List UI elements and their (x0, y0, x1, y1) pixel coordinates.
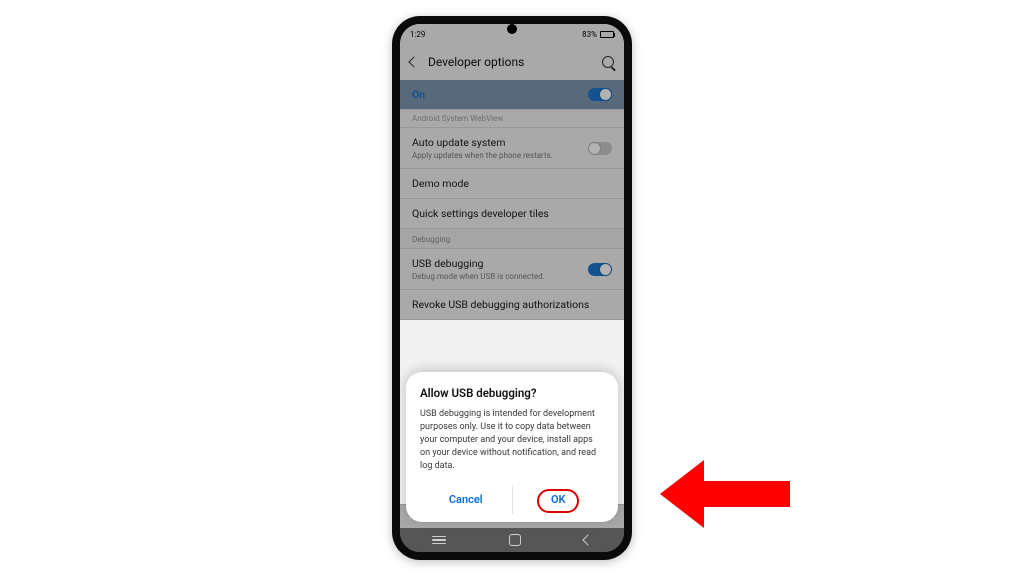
row-usb-sub: Debug mode when USB is connected. (412, 272, 545, 281)
page-title: Developer options (428, 55, 592, 69)
usb-debug-toggle[interactable] (588, 263, 612, 276)
row-demo-mode[interactable]: Demo mode (400, 169, 624, 199)
battery-icon (600, 31, 614, 38)
row-usb-debugging[interactable]: USB debugging Debug mode when USB is con… (400, 249, 624, 290)
nav-bar (400, 528, 624, 552)
row-webview[interactable]: Android System WebView (400, 110, 624, 128)
nav-home-icon[interactable] (509, 534, 521, 546)
app-header: Developer options (400, 44, 624, 80)
phone-frame: 1:29 83% Developer options On An (392, 16, 632, 560)
status-battery-pct: 83% (582, 30, 597, 39)
search-icon[interactable] (602, 56, 614, 68)
row-revoke-usb[interactable]: Revoke USB debugging authorizations (400, 290, 624, 320)
camera-notch (507, 24, 517, 34)
row-auto-update-label: Auto update system (412, 136, 553, 149)
ok-label: OK (551, 493, 566, 506)
background-dimmed: 1:29 83% Developer options On An (400, 24, 624, 320)
dialog-body: USB debugging is intended for developmen… (420, 408, 604, 473)
row-qs-label: Quick settings developer tiles (412, 207, 549, 220)
row-demo-label: Demo mode (412, 177, 469, 190)
row-auto-update[interactable]: Auto update system Apply updates when th… (400, 128, 624, 169)
row-auto-update-sub: Apply updates when the phone restarts. (412, 151, 553, 160)
dialog-actions: Cancel OK (420, 485, 604, 514)
row-webview-label: Android System WebView (412, 114, 503, 123)
row-revoke-label: Revoke USB debugging authorizations (412, 298, 589, 311)
settings-list: On Android System WebView Auto update sy… (400, 80, 624, 320)
master-toggle-switch[interactable] (588, 88, 612, 101)
usb-debug-dialog: Allow USB debugging? USB debugging is in… (406, 372, 618, 522)
nav-recent-icon[interactable] (432, 536, 446, 545)
phone-screen: 1:29 83% Developer options On An (400, 24, 624, 552)
row-usb-label: USB debugging (412, 257, 545, 270)
ok-button[interactable]: OK (513, 485, 605, 514)
cancel-button[interactable]: Cancel (420, 485, 512, 514)
status-time: 1:29 (410, 30, 425, 39)
back-icon[interactable] (408, 56, 419, 67)
master-toggle-row[interactable]: On (400, 80, 624, 110)
master-toggle-label: On (412, 88, 425, 101)
row-qs-tiles[interactable]: Quick settings developer tiles (400, 199, 624, 229)
callout-arrow (660, 460, 790, 516)
auto-update-toggle[interactable] (588, 142, 612, 155)
dialog-title: Allow USB debugging? (420, 386, 604, 400)
nav-back-icon[interactable] (583, 534, 594, 545)
cancel-label: Cancel (449, 493, 483, 506)
section-debugging: Debugging (400, 229, 624, 249)
